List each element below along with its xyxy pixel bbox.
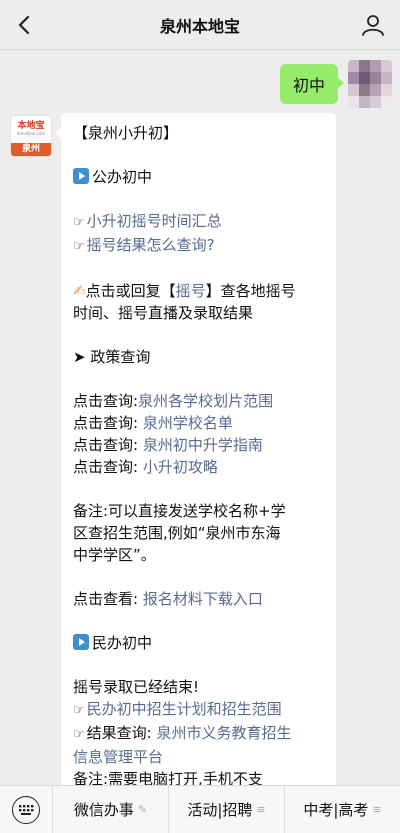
bot-logo-city: 泉州	[11, 143, 51, 156]
user-icon[interactable]	[360, 12, 386, 38]
incoming-message-bubble: 【泉州小升初】 公办初中 ☞ 小升初摇号时间汇总 ☞ 摇号结果怎么查询? ✍点击或回…	[55, 113, 336, 785]
download-row: 点击查看: 报名材料下载入口	[73, 590, 263, 608]
menu-list-icon: ≡	[256, 803, 266, 816]
outgoing-message-row: 初中	[279, 60, 392, 108]
query-link-strategy[interactable]: 小升初攻略	[143, 458, 218, 476]
note-line: 区查招生范围,例如“泉州市东海	[73, 524, 281, 542]
incoming-message-row: 本地宝 bendibao.com 泉州 【泉州小升初】 公办初中 ☞ 小升初摇号时…	[10, 113, 336, 785]
reply-tip-line1: ✍点击或回复【摇号】查各地摇号	[73, 282, 296, 300]
link-row-lottery-time: ☞ 小升初摇号时间汇总	[73, 210, 324, 234]
policy-heading: ➤ 政策查询	[73, 348, 151, 366]
pointing-hand-icon: ☞	[73, 215, 85, 230]
bot-logo-domain: bendibao.com	[16, 131, 46, 136]
pencil-icon: ✎	[137, 803, 148, 816]
link-row-private-plan: ☞ 民办初中招生计划和招生范围	[73, 698, 324, 722]
reply-tip-line2: 时间、摇号直播及录取结果	[73, 304, 254, 322]
result-row: ☞ 结果查询: 泉州市义务教育招生	[73, 724, 292, 742]
pointing-hand-icon: ☞	[73, 703, 85, 718]
query-row: 点击查询: 泉州初中升学指南	[73, 436, 263, 454]
query-row: 点击查询: 泉州学校名单	[73, 414, 233, 432]
query-link-school-list[interactable]: 泉州学校名单	[143, 414, 233, 432]
menu-item-wechat-services[interactable]: 微信办事 ✎	[52, 785, 168, 833]
private-status: 摇号录取已经结束!	[73, 678, 200, 696]
section-public-school: 公办初中	[73, 166, 324, 188]
page-title: 泉州本地宝	[159, 16, 240, 36]
keyboard-toggle-button[interactable]	[0, 786, 52, 833]
bottom-menu-bar: 微信办事 ✎ 活动|招聘 ≡ 中考|高考 ≡	[0, 785, 400, 833]
writing-hand-icon: ✍	[73, 282, 86, 300]
reply-heading: 【泉州小升初】	[73, 124, 179, 142]
result-link[interactable]: 泉州市义务教育招生	[157, 724, 292, 742]
chat-area[interactable]: 初中 本地宝 bendibao.com 泉州 【泉州小升初】 公办初中 ☞ 小升初…	[0, 50, 400, 785]
menu-item-events-jobs[interactable]: 活动|招聘 ≡	[168, 785, 284, 833]
chevron-left-icon[interactable]	[12, 12, 38, 38]
bot-avatar[interactable]: 本地宝 bendibao.com 泉州	[10, 115, 52, 157]
arrow-right-icon: ➤	[73, 348, 91, 366]
result-row-cont: 信息管理平台	[73, 746, 324, 768]
note-line: 备注:可以直接发送学校名称+学	[73, 502, 286, 520]
top-nav-bar: 泉州本地宝	[0, 0, 400, 50]
query-row: 点击查询:泉州各学校划片范围	[73, 392, 274, 410]
menu-item-exams[interactable]: 中考|高考 ≡	[284, 785, 400, 833]
play-icon	[73, 634, 89, 650]
result-link-cont[interactable]: 信息管理平台	[73, 748, 163, 766]
play-icon	[73, 168, 89, 184]
link-row-lottery-result: ☞ 摇号结果怎么查询?	[73, 234, 324, 258]
remark-line: 备注:需要电脑打开,手机不支	[73, 770, 263, 785]
query-link-guide[interactable]: 泉州初中升学指南	[143, 436, 263, 454]
menu-list-icon: ≡	[372, 803, 382, 816]
note-line: 中学学区”。	[73, 546, 156, 564]
lottery-result-link[interactable]: 摇号结果怎么查询?	[87, 236, 215, 254]
outgoing-message-bubble[interactable]: 初中	[279, 64, 345, 104]
section-private-school: 民办初中	[73, 632, 324, 654]
lottery-time-link[interactable]: 小升初摇号时间汇总	[87, 212, 222, 230]
lottery-keyword-link[interactable]: 摇号	[176, 282, 206, 300]
bot-logo-brand: 本地宝	[17, 121, 45, 131]
my-avatar[interactable]	[348, 60, 392, 108]
query-link-district[interactable]: 泉州各学校划片范围	[138, 392, 273, 410]
private-plan-link[interactable]: 民办初中招生计划和招生范围	[87, 700, 282, 718]
pointing-hand-icon: ☞	[73, 239, 85, 254]
query-row: 点击查询: 小升初攻略	[73, 458, 218, 476]
pointing-hand-icon: ☞	[73, 727, 85, 742]
download-link[interactable]: 报名材料下载入口	[143, 590, 263, 608]
keyboard-icon	[12, 795, 40, 824]
